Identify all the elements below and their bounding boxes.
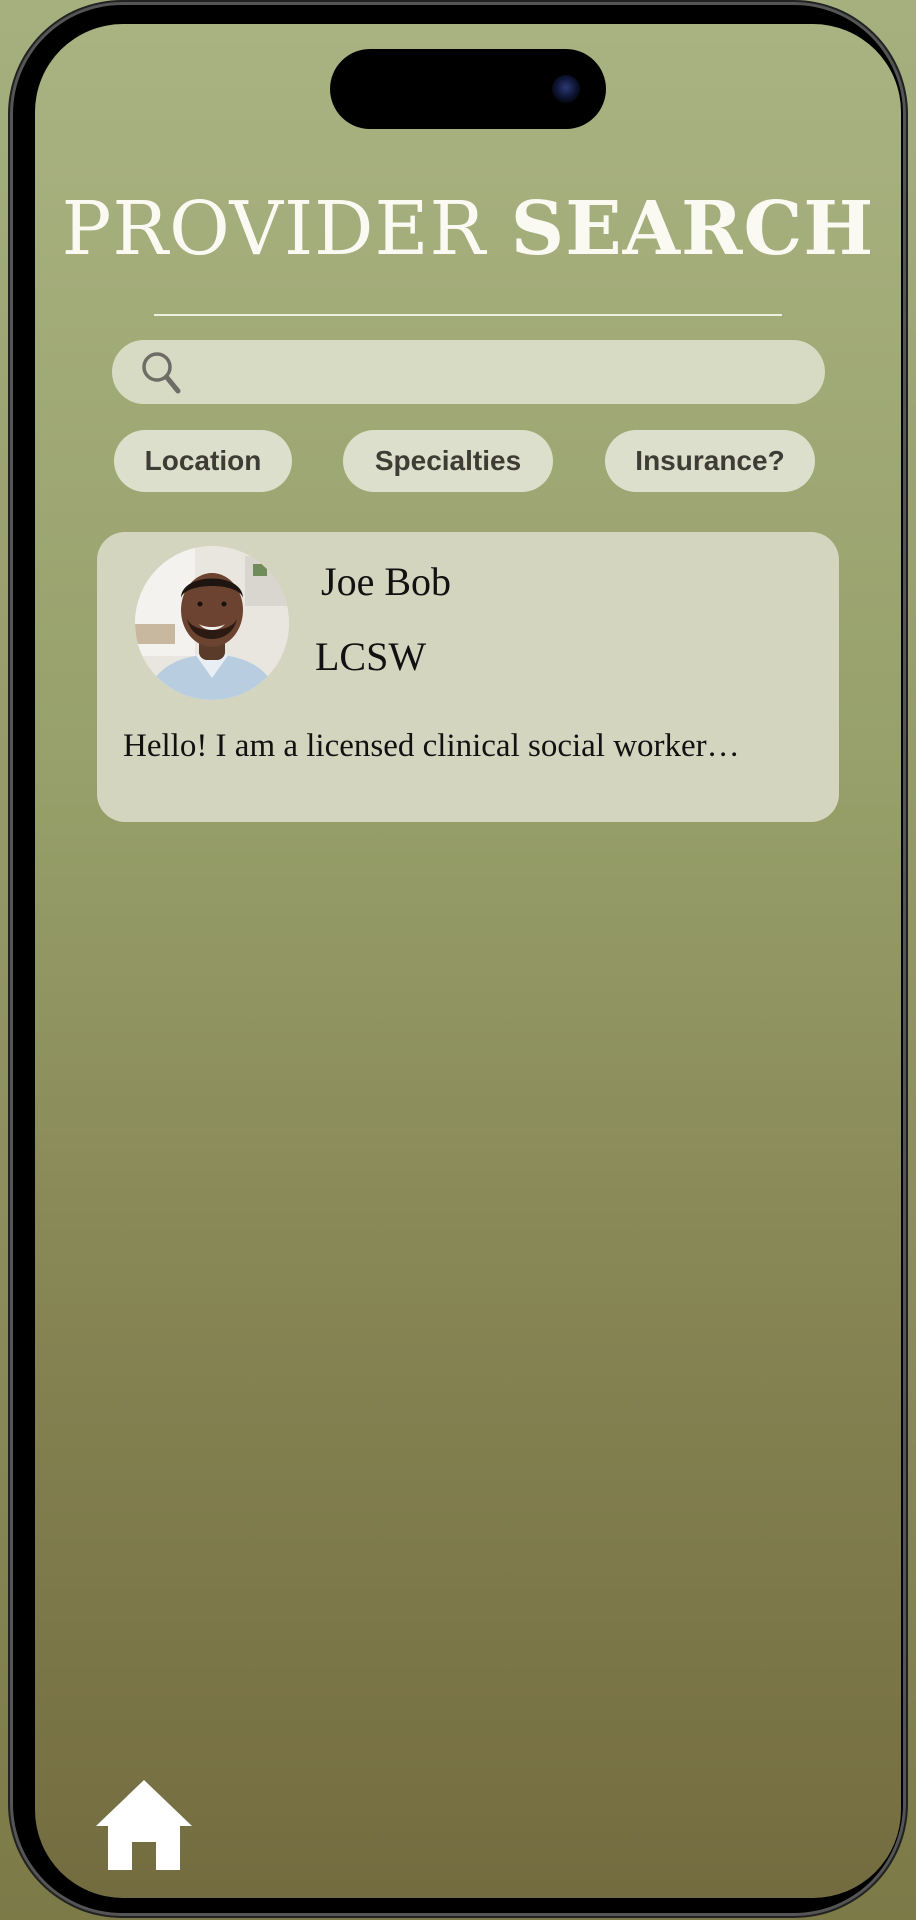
title-bold: SEARCH	[510, 186, 875, 272]
dynamic-island	[330, 49, 606, 129]
title-light: PROVIDER	[61, 186, 487, 272]
provider-card[interactable]: Joe Bob LCSW Hello! I am a licensed clin…	[97, 532, 839, 822]
avatar	[135, 546, 289, 700]
provider-name: Joe Bob	[321, 559, 451, 604]
camera-icon	[552, 75, 580, 103]
avatar-photo	[135, 546, 289, 700]
filter-location-button[interactable]: Location	[114, 430, 292, 492]
title-divider	[154, 314, 782, 316]
search-icon[interactable]	[138, 349, 186, 397]
search-bar[interactable]	[112, 340, 825, 404]
filter-specialties-button[interactable]: Specialties	[343, 430, 553, 492]
phone-frame: PROVIDER SEARCH Location Specialties Ins…	[10, 2, 906, 1916]
page-title: PROVIDER SEARCH	[35, 192, 901, 266]
phone-screen: PROVIDER SEARCH Location Specialties Ins…	[35, 24, 901, 1898]
search-input[interactable]	[198, 348, 802, 398]
filter-insurance-button[interactable]: Insurance?	[605, 430, 815, 492]
provider-bio: Hello! I am a licensed clinical social w…	[123, 728, 740, 764]
home-icon[interactable]	[92, 1778, 196, 1874]
provider-credential: LCSW	[315, 634, 427, 679]
app-stage: PROVIDER SEARCH Location Specialties Ins…	[0, 0, 916, 1920]
